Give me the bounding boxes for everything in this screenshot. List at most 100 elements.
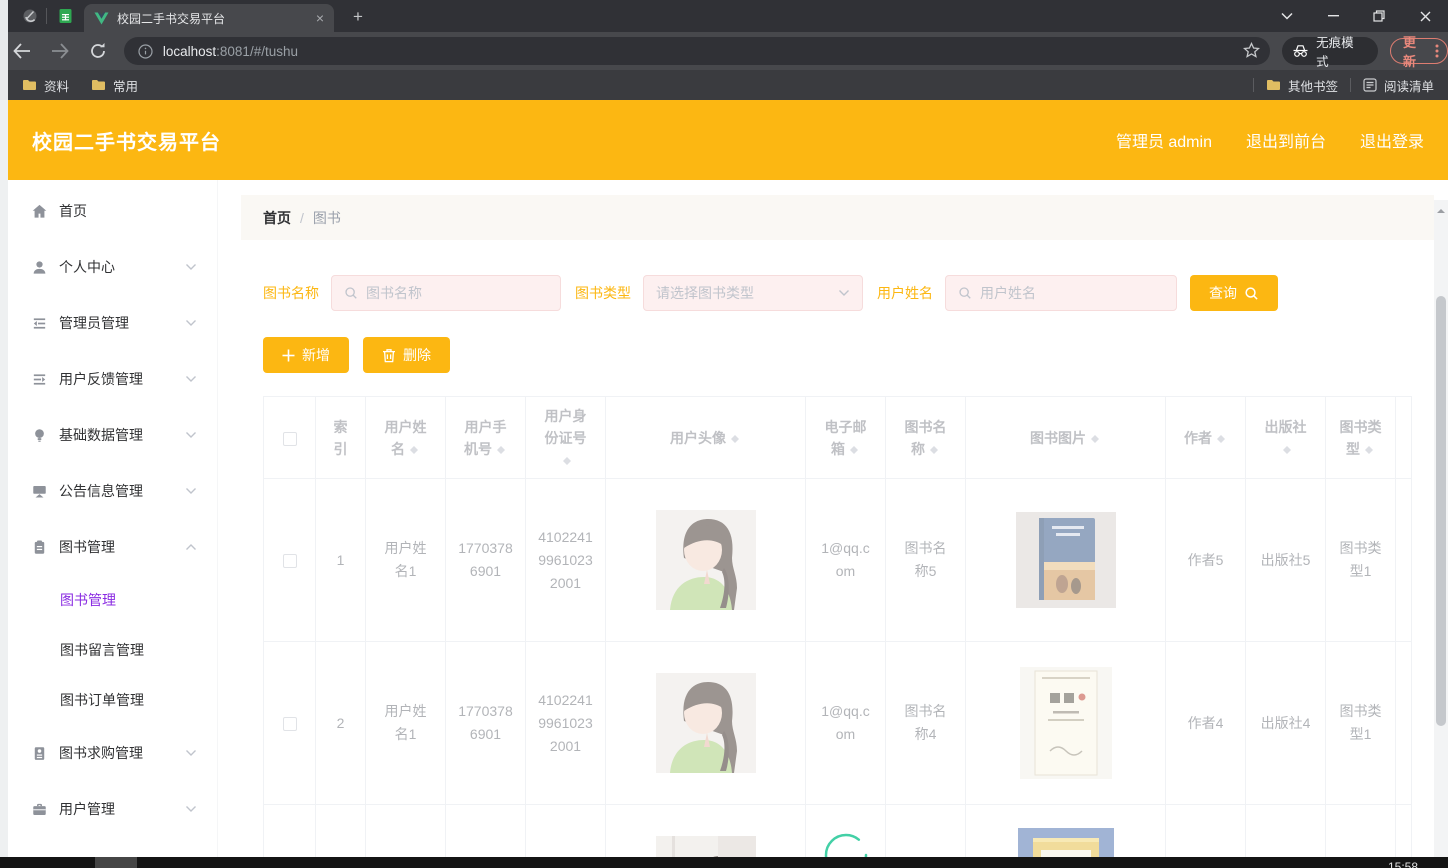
minimize-icon[interactable] xyxy=(1310,0,1356,32)
breadcrumb-home[interactable]: 首页 xyxy=(263,208,291,228)
bulb-icon xyxy=(31,427,48,444)
book-type-select[interactable]: 请选择图书类型 xyxy=(643,275,863,311)
sort-caret-icon[interactable] xyxy=(495,442,507,458)
search-button[interactable]: 查询 xyxy=(1190,275,1278,311)
book-cover-image[interactable] xyxy=(1015,512,1116,608)
reading-list-button[interactable]: 阅读清单 xyxy=(1363,76,1434,95)
window-edge-strip xyxy=(0,0,8,100)
sort-caret-icon[interactable] xyxy=(1215,431,1227,447)
delete-button[interactable]: 删除 xyxy=(363,337,450,373)
sidebar-item-book-management[interactable]: 图书管理 xyxy=(8,519,217,575)
bookmark-folder-changyong[interactable]: 常用 xyxy=(91,76,138,95)
ticket-icon xyxy=(31,745,48,762)
sidebar-item-book-purchase-management[interactable]: 图书求购管理 xyxy=(8,725,217,781)
sidebar-item-feedback-management[interactable]: 用户反馈管理 xyxy=(8,351,217,407)
sidebar-subitem-book-order-management[interactable]: 图书订单管理 xyxy=(8,675,217,725)
exit-to-front-link[interactable]: 退出到前台 xyxy=(1246,128,1326,152)
sidebar-item-home[interactable]: 首页 xyxy=(8,183,217,239)
bookmark-folder-ziliao[interactable]: 资料 xyxy=(22,76,69,95)
cell-book-image xyxy=(965,478,1166,642)
sidebar-subitem-book-comment-management[interactable]: 图书留言管理 xyxy=(8,625,217,675)
cell-id-card: 410224199610232001 xyxy=(525,478,606,642)
user-avatar-image[interactable] xyxy=(655,673,756,773)
row-checkbox[interactable] xyxy=(282,553,297,568)
sidebar-item-user-management[interactable]: 用户管理 xyxy=(8,781,217,837)
bookmark-star-icon[interactable] xyxy=(1243,42,1261,59)
cell-user-name: 用户姓名1 xyxy=(365,641,446,805)
other-bookmarks-folder[interactable]: 其他书签 xyxy=(1266,76,1338,95)
taskbar-app-segment[interactable] xyxy=(95,857,137,868)
site-info-icon[interactable] xyxy=(138,43,153,59)
incognito-badge: 无痕模式 xyxy=(1282,36,1379,69)
cell-phone: 17703786901 xyxy=(445,641,526,805)
back-icon[interactable] xyxy=(6,35,38,67)
book-cover-image[interactable] xyxy=(1017,828,1114,857)
cell-book-name: 图书名称5 xyxy=(885,478,966,642)
table-row[interactable]: 2 用户姓名1 17703786901 410224199610232001 1… xyxy=(263,641,1412,805)
browser-toolbar: localhost:8081/#/tushu 无痕模式 更新 xyxy=(0,32,1448,70)
scrollbar-up-arrow-icon[interactable] xyxy=(1437,205,1445,213)
sort-caret-icon[interactable] xyxy=(408,442,420,458)
select-all-checkbox[interactable] xyxy=(282,431,297,446)
active-browser-tab[interactable]: 校园二手书交易平台 × xyxy=(84,4,334,32)
scrollbar-thumb[interactable] xyxy=(1436,296,1446,726)
address-bar[interactable]: localhost:8081/#/tushu xyxy=(123,37,1271,65)
reload-icon[interactable] xyxy=(82,35,114,67)
tab-search-chevron-icon[interactable] xyxy=(1264,0,1310,32)
cell-user-name xyxy=(365,804,446,857)
bookmarks-bar: 资料 常用 其他书签 阅读清单 xyxy=(0,70,1448,100)
content-card: 图书名称 图书类型 请选择图书类型 用户姓名 xyxy=(241,275,1434,857)
app-content: 校园二手书交易平台 管理员 admin 退出到前台 退出登录 首页 个人中心 管… xyxy=(0,100,1448,857)
taskbar: 15:58 xyxy=(0,857,1448,868)
sort-caret-icon[interactable] xyxy=(729,431,741,447)
tab-close-icon[interactable]: × xyxy=(316,11,324,25)
cell-phone xyxy=(445,804,526,857)
sidebar-item-basic-data-management[interactable]: 基础数据管理 xyxy=(8,407,217,463)
search-icon xyxy=(344,286,358,300)
cell-publisher: 出版社5 xyxy=(1245,478,1326,642)
pinned-tab-sheets-icon[interactable] xyxy=(58,8,74,24)
table-row[interactable] xyxy=(263,804,1412,857)
sort-caret-icon[interactable] xyxy=(561,453,573,469)
update-button[interactable]: 更新 xyxy=(1390,35,1448,69)
sort-caret-icon[interactable] xyxy=(928,442,940,458)
sidebar-item-admin-management[interactable]: 管理员管理 xyxy=(8,295,217,351)
sidebar-item-personal-center[interactable]: 个人中心 xyxy=(8,239,217,295)
browser-menu-dots-icon[interactable] xyxy=(1435,44,1439,58)
pinned-tab-globe-icon[interactable] xyxy=(22,8,38,24)
user-avatar-image[interactable] xyxy=(655,836,756,857)
tab-title: 校园二手书交易平台 xyxy=(117,11,226,26)
loading-spinner-icon xyxy=(823,832,869,857)
row-checkbox[interactable] xyxy=(282,716,297,731)
chevron-down-icon xyxy=(185,263,197,271)
sidebar-subitem-book-management[interactable]: 图书管理 xyxy=(8,575,217,625)
user-name-input[interactable] xyxy=(980,285,1164,301)
sort-caret-icon[interactable] xyxy=(848,442,860,458)
add-button[interactable]: 新增 xyxy=(263,337,349,373)
sort-caret-icon[interactable] xyxy=(1281,442,1293,458)
forward-icon[interactable] xyxy=(44,35,76,67)
cell-avatar xyxy=(605,478,806,642)
trash-icon xyxy=(382,348,396,363)
sort-caret-icon[interactable] xyxy=(1363,442,1375,458)
book-name-input-wrap xyxy=(331,275,561,311)
incognito-label: 无痕模式 xyxy=(1316,36,1354,69)
sidebar-item-announcement-management[interactable]: 公告信息管理 xyxy=(8,463,217,519)
logout-link[interactable]: 退出登录 xyxy=(1360,128,1424,152)
main-panel: 首页 / 图书 图书名称 图书类型 请选择图书类型 xyxy=(241,180,1434,857)
restore-icon[interactable] xyxy=(1356,0,1402,32)
tab-separator xyxy=(46,8,47,24)
user-avatar-image[interactable] xyxy=(655,510,756,610)
cell-index: 2 xyxy=(315,641,366,805)
plus-icon xyxy=(282,349,295,362)
cell-email: 1@qq.com xyxy=(805,641,886,805)
sort-caret-icon[interactable] xyxy=(1089,431,1101,447)
book-cover-image[interactable] xyxy=(1019,667,1112,779)
cell-phone: 17703786901 xyxy=(445,478,526,642)
breadcrumb: 首页 / 图书 xyxy=(241,195,1434,240)
page-scrollbar[interactable] xyxy=(1434,200,1448,857)
table-row[interactable]: 1 用户姓名1 17703786901 410224199610232001 1… xyxy=(263,478,1412,642)
close-window-icon[interactable] xyxy=(1402,0,1448,32)
book-name-input[interactable] xyxy=(366,285,548,301)
new-tab-button[interactable]: + xyxy=(346,5,370,29)
